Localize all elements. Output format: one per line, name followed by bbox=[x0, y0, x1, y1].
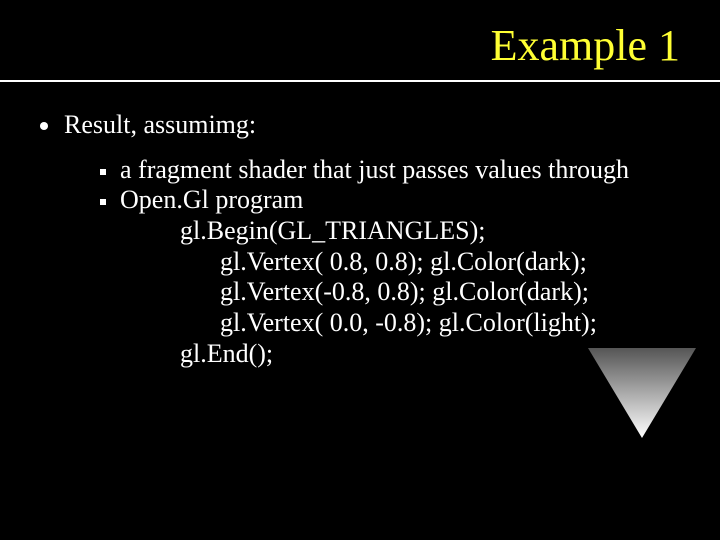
result-triangle bbox=[582, 342, 702, 442]
sub-item-1: a fragment shader that just passes value… bbox=[100, 155, 690, 186]
slide-content: Result, assumimg: a fragment shader that… bbox=[40, 110, 690, 369]
sub-text-2-block: Open.Gl program bbox=[120, 185, 690, 216]
slide: Example 1 Result, assumimg: a fragment s… bbox=[0, 0, 720, 540]
sub-text-1: a fragment shader that just passes value… bbox=[120, 155, 629, 186]
title-underline bbox=[0, 80, 720, 82]
sub-list: a fragment shader that just passes value… bbox=[100, 155, 690, 370]
square-bullet-icon bbox=[100, 169, 106, 175]
triangle-icon bbox=[582, 342, 702, 442]
bullet-icon bbox=[40, 122, 48, 130]
slide-title: Example 1 bbox=[491, 20, 680, 71]
square-bullet-icon bbox=[100, 199, 106, 205]
code-line-3: gl.Vertex(-0.8, 0.8); gl.Color(dark); bbox=[220, 277, 690, 308]
code-line-2: gl.Vertex( 0.8, 0.8); gl.Color(dark); bbox=[220, 247, 690, 278]
sub-item-2: Open.Gl program bbox=[100, 185, 690, 216]
code-line-4: gl.Vertex( 0.0, -0.8); gl.Color(light); bbox=[220, 308, 690, 339]
sub-text-2: Open.Gl program bbox=[120, 185, 690, 216]
bullet-text: Result, assumimg: bbox=[64, 110, 256, 141]
bullet-item: Result, assumimg: bbox=[40, 110, 690, 141]
code-line-1: gl.Begin(GL_TRIANGLES); bbox=[180, 216, 690, 247]
